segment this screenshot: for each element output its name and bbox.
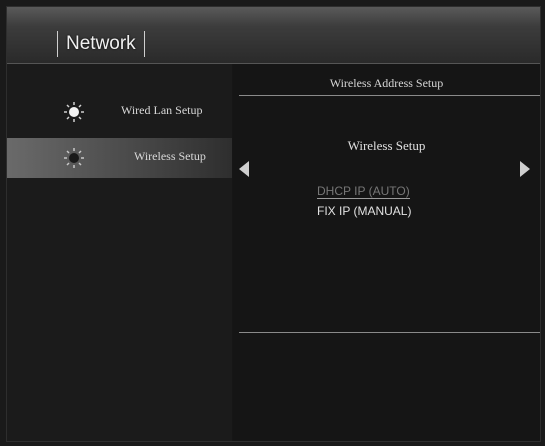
setup-label: Wireless Setup: [347, 138, 426, 153]
bulb-icon: [64, 102, 84, 122]
sidebar-item-label: Wireless Setup: [134, 149, 206, 163]
option-dhcp-ip-auto[interactable]: DHCP IP (AUTO): [317, 184, 410, 199]
settings-panel: Wireless Address Setup Wireless Setup DH…: [233, 64, 540, 441]
arrow-left-icon[interactable]: [239, 161, 249, 177]
sidebar-item-wireless-setup[interactable]: Wireless Setup: [7, 138, 232, 178]
bulb-icon: [64, 148, 84, 168]
sidebar-item-label: Wired Lan Setup: [121, 103, 203, 117]
sidebar: Wired Lan Setup Wireless Setup: [7, 64, 232, 441]
header-bar: Network: [7, 7, 540, 64]
screen-frame: Network Wired Lan Setup Wireless Setup W…: [6, 6, 541, 442]
panel-title: Wireless Address Setup: [329, 76, 444, 90]
divider: [239, 95, 540, 96]
divider: [239, 332, 540, 333]
arrow-right-icon[interactable]: [520, 161, 530, 177]
page-title: Network: [57, 31, 145, 57]
option-fix-ip-manual[interactable]: FIX IP (MANUAL): [317, 204, 411, 218]
sidebar-item-wired-lan-setup[interactable]: Wired Lan Setup: [7, 92, 232, 132]
